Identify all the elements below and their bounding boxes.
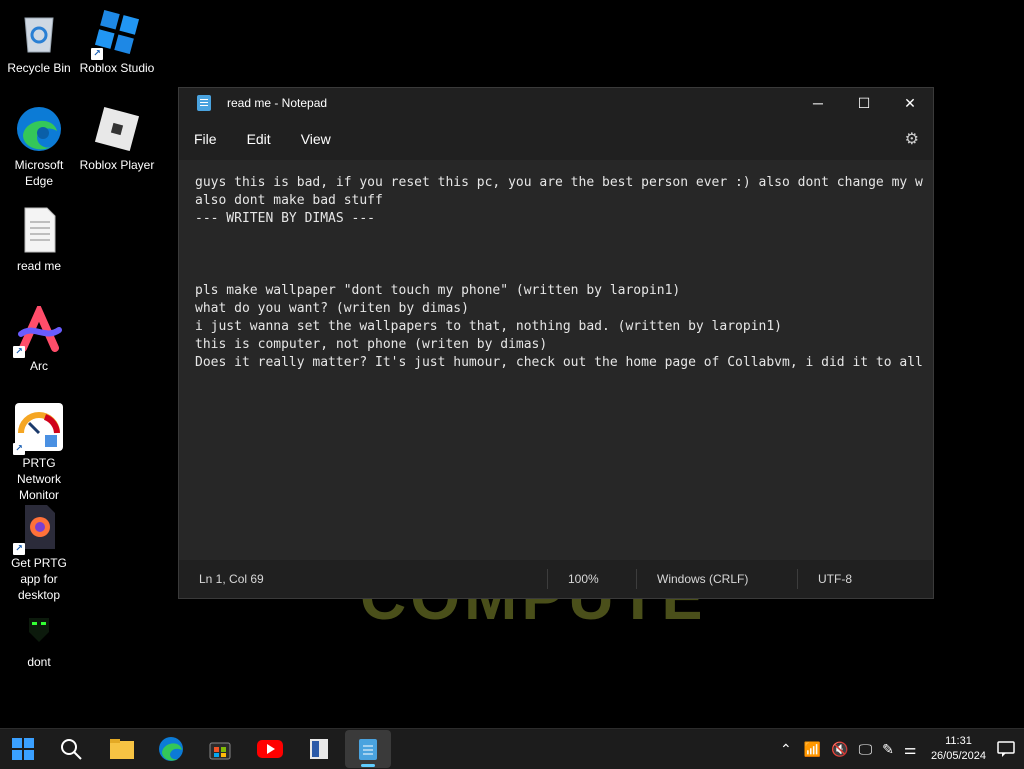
- roblox-studio-icon: ↗: [91, 8, 141, 60]
- clock[interactable]: 11:31 26/05/2024: [931, 734, 986, 764]
- taskbar: ⌃ 📶 🔇 🖵 ✎ ⚌ 11:31 26/05/2024: [0, 728, 1024, 769]
- maximize-button[interactable]: ☐: [841, 88, 887, 118]
- desktop-icon-label: read me: [16, 259, 62, 273]
- network-icon[interactable]: 📶: [804, 741, 821, 758]
- status-position: Ln 1, Col 69: [199, 572, 264, 586]
- store-icon[interactable]: [204, 733, 236, 765]
- window-title: read me - Notepad: [227, 96, 328, 110]
- reader-icon[interactable]: [303, 733, 335, 765]
- desktop-icon-label: dont: [27, 655, 51, 669]
- windows-logo-icon: [12, 738, 34, 760]
- display-icon[interactable]: 🖵: [859, 741, 873, 758]
- hacker-icon: [15, 602, 63, 650]
- notepad-taskbar-button[interactable]: [345, 730, 391, 768]
- volume-icon[interactable]: 🔇: [831, 741, 848, 758]
- arc-icon: ↗: [13, 302, 63, 358]
- desktop-icon-get-prtg[interactable]: ↗ Get PRTG app for desktop: [0, 503, 78, 603]
- shortcut-arrow-icon: ↗: [91, 48, 103, 60]
- desktop-icon-edge[interactable]: Microsoft Edge: [0, 105, 78, 189]
- text-editor[interactable]: guys this is bad, if you reset this pc, …: [179, 160, 933, 560]
- close-button[interactable]: ✕: [887, 88, 933, 118]
- desktop-icon-label: Microsoft Edge: [14, 158, 64, 188]
- editor-content[interactable]: guys this is bad, if you reset this pc, …: [179, 160, 933, 386]
- desktop-icon-roblox-studio[interactable]: ↗ Roblox Studio: [78, 8, 156, 76]
- notepad-icon: [359, 739, 377, 760]
- desktop-icon-label: Recycle Bin: [7, 61, 71, 75]
- active-indicator: [361, 764, 375, 767]
- menu-bar: File Edit View ⚙: [179, 118, 933, 160]
- pen-icon[interactable]: ✎: [882, 741, 894, 758]
- title-bar[interactable]: read me - Notepad ─ ☐ ✕: [179, 88, 933, 118]
- shortcut-arrow-icon: ↗: [13, 443, 25, 455]
- edge-icon[interactable]: [155, 733, 187, 765]
- settings-gear-icon[interactable]: ⚙: [905, 129, 919, 149]
- shortcut-arrow-icon: ↗: [13, 346, 25, 358]
- menu-view[interactable]: View: [291, 124, 341, 154]
- system-tray: ⌃ 📶 🔇 🖵 ✎ ⚌: [780, 729, 916, 769]
- recycle-bin-icon: [15, 8, 63, 56]
- notepad-window[interactable]: read me - Notepad ─ ☐ ✕ File Edit View ⚙…: [178, 87, 934, 599]
- minimize-button[interactable]: ─: [795, 88, 841, 118]
- prtg-gauge-icon: ↗: [13, 403, 63, 455]
- desktop-icon-prtg[interactable]: ↗ PRTG Network Monitor: [0, 403, 78, 503]
- notepad-icon: [197, 95, 211, 111]
- menu-edit[interactable]: Edit: [237, 124, 281, 154]
- clock-date: 26/05/2024: [930, 750, 986, 762]
- start-button[interactable]: [7, 733, 39, 765]
- desktop-icon-roblox-player[interactable]: Roblox Player: [78, 105, 156, 173]
- desktop-icon-recycle-bin[interactable]: Recycle Bin: [0, 8, 78, 76]
- desktop-icon-label: PRTG Network Monitor: [16, 456, 61, 502]
- status-bar: Ln 1, Col 69 100% Windows (CRLF) UTF-8: [179, 560, 933, 598]
- file-explorer-icon[interactable]: [106, 733, 138, 765]
- desktop-icon-label: Roblox Player: [79, 158, 155, 172]
- desktop-icon-dont[interactable]: dont: [0, 602, 78, 670]
- clock-time: 11:31: [945, 735, 972, 747]
- desktop-icon-arc[interactable]: ↗ Arc: [0, 302, 78, 374]
- search-icon[interactable]: [55, 733, 87, 765]
- status-line-ending: Windows (CRLF): [636, 569, 797, 589]
- youtube-icon[interactable]: [254, 733, 286, 765]
- chevron-up-icon[interactable]: ⌃: [780, 741, 792, 758]
- menu-file[interactable]: File: [184, 124, 227, 154]
- desktop-icon-read-me[interactable]: read me: [0, 206, 78, 274]
- roblox-player-icon: [93, 105, 141, 153]
- status-encoding: UTF-8: [797, 569, 918, 589]
- desktop-icon-label: Roblox Studio: [79, 61, 155, 75]
- edge-icon: [15, 105, 63, 153]
- desktop-icon-label: Arc: [30, 359, 48, 373]
- text-file-icon: [15, 206, 63, 254]
- settings-sliders-icon[interactable]: ⚌: [904, 741, 917, 758]
- notifications-icon[interactable]: [990, 733, 1022, 765]
- shortcut-arrow-icon: ↗: [13, 543, 25, 555]
- firefox-file-icon: ↗: [13, 503, 63, 555]
- status-zoom: 100%: [547, 569, 636, 589]
- desktop-icon-label: Get PRTG app for desktop: [11, 556, 67, 602]
